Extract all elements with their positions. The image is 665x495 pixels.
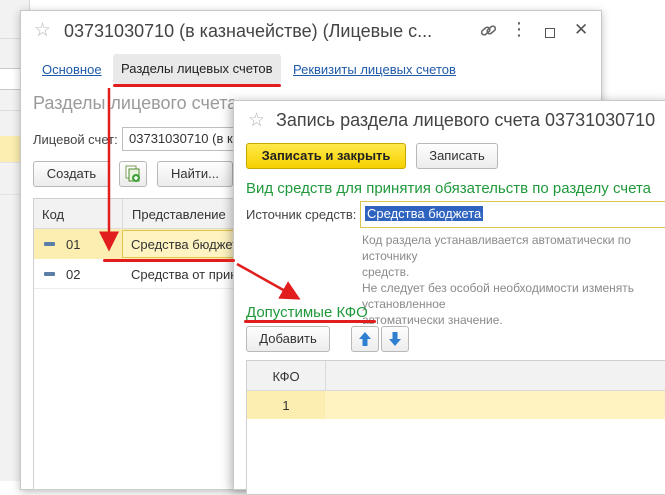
- annotation-arrows: [99, 88, 301, 300]
- annotation-arrow-diagonal: [236, 262, 301, 300]
